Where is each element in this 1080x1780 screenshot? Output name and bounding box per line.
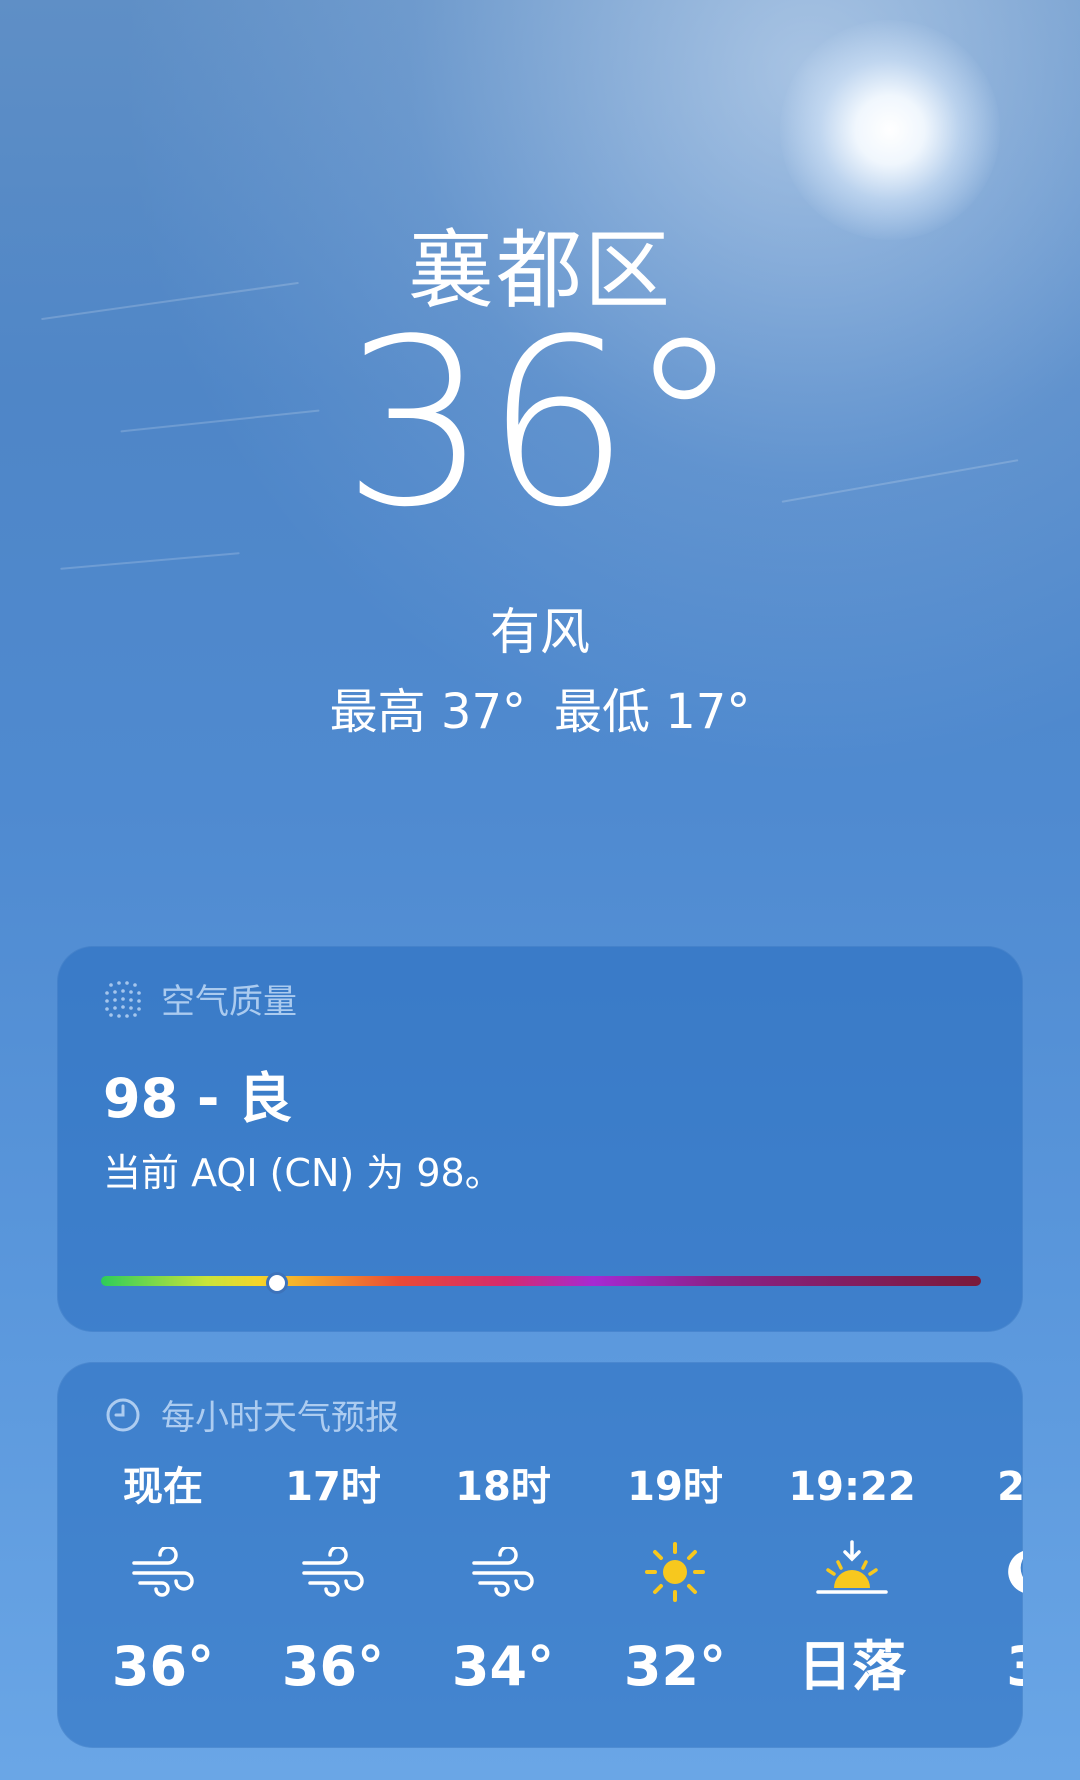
wind-icon (433, 1517, 573, 1627)
hour-time: 现在 (123, 1464, 203, 1510)
high-low: 最高 37° 最低 17° (0, 672, 1080, 742)
moon-icon (955, 1517, 1023, 1627)
hour-temp: 34° (451, 1635, 555, 1698)
hour-item[interactable]: 19:22 日落 (777, 1457, 927, 1707)
hour-temp: 3 (955, 1627, 1023, 1707)
air-quality-title: 空气质量 (161, 982, 297, 1022)
air-quality-dots-icon (103, 979, 143, 1019)
low-temp: 最低 17° (554, 684, 751, 740)
air-quality-card[interactable]: 空气质量 98 - 良 当前 AQI (CN) 为 98。 (57, 946, 1023, 1332)
hour-item[interactable]: 17时 36° (263, 1457, 403, 1707)
hour-time: 18时 (455, 1464, 551, 1510)
weather-condition: 有风 (490, 603, 590, 661)
hour-temp: 36° (111, 1635, 215, 1698)
current-temperature: 36° (342, 291, 742, 558)
clock-icon (103, 1395, 143, 1435)
aqi-value: 98 - 良 (103, 1067, 293, 1130)
wind-icon (93, 1517, 233, 1627)
hour-temp: 36° (281, 1635, 385, 1698)
hour-item[interactable]: 现在 36° (93, 1457, 233, 1707)
hour-time: 20 (997, 1464, 1023, 1510)
hourly-scroll[interactable]: 现在 36° 17时 36° 18时 34° 19时 32° 19:22 日落 … (75, 1457, 1023, 1727)
aqi-description: 当前 AQI (CN) 为 98。 (103, 1151, 503, 1195)
hourly-title: 每小时天气预报 (161, 1398, 399, 1438)
aqi-marker (266, 1272, 288, 1294)
hour-time: 19时 (627, 1464, 723, 1510)
hour-time: 17时 (285, 1464, 381, 1510)
hourly-forecast-card[interactable]: 每小时天气预报 现在 36° 17时 36° 18时 34° 19时 32° 1… (57, 1362, 1023, 1748)
hour-time: 19:22 (788, 1464, 916, 1510)
hour-item[interactable]: 20 3 (955, 1457, 1023, 1707)
sunset-icon (777, 1517, 927, 1627)
hour-item[interactable]: 18时 34° (433, 1457, 573, 1707)
high-temp: 最高 37° (329, 684, 526, 740)
hour-item[interactable]: 19时 32° (605, 1457, 745, 1707)
hourly-header: 每小时天气预报 (103, 1390, 399, 1439)
hour-temp: 32° (623, 1635, 727, 1698)
wind-icon (263, 1517, 403, 1627)
sun-icon (605, 1517, 745, 1627)
air-quality-header: 空气质量 (103, 974, 297, 1023)
aqi-scale-bar (101, 1272, 981, 1294)
hour-temp: 日落 (798, 1635, 906, 1698)
